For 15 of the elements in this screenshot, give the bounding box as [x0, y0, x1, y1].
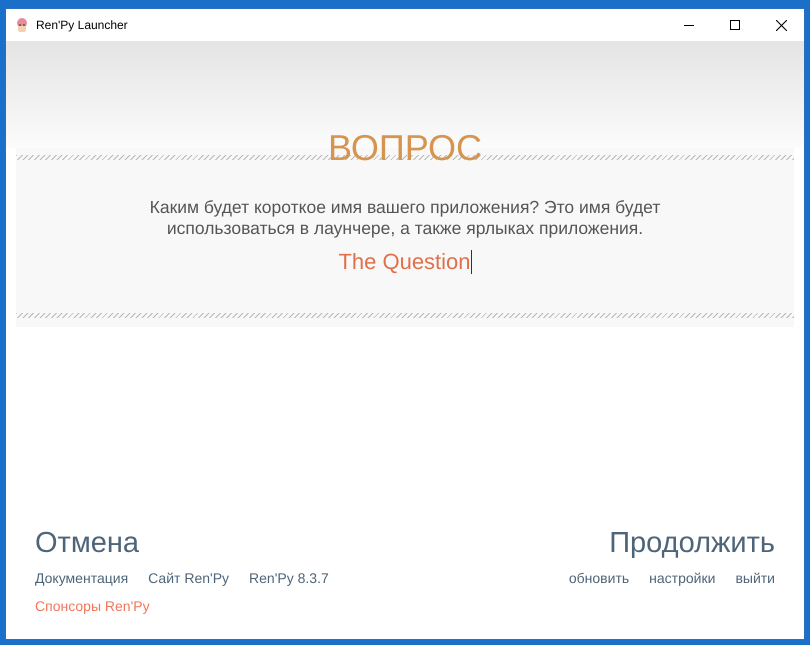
minimize-icon — [684, 24, 694, 26]
footer-link[interactable]: Сайт Ren'Py — [148, 569, 230, 587]
footer-link[interactable]: Документация — [35, 569, 128, 587]
cancel-button[interactable]: Отмена — [35, 526, 140, 560]
footer-link[interactable]: выйти — [735, 569, 775, 587]
app-icon — [15, 17, 29, 33]
close-icon — [776, 20, 786, 30]
footer-link[interactable]: Ren'Py 8.3.7 — [249, 569, 329, 587]
footer-link[interactable]: обновить — [568, 569, 630, 587]
footer-link[interactable]: настройки — [649, 569, 716, 587]
dialog-heading: ВОПРОС — [328, 130, 482, 166]
prompt-text: Каким будет короткое имя вашего приложения? Это имя будет использоваться в лаунчере, а также ярлыках приложения. — [148, 197, 662, 239]
maximize-icon — [730, 20, 740, 30]
continue-button[interactable]: Продолжить — [609, 526, 775, 560]
window-title: Ren'Py Launcher — [36, 17, 128, 34]
